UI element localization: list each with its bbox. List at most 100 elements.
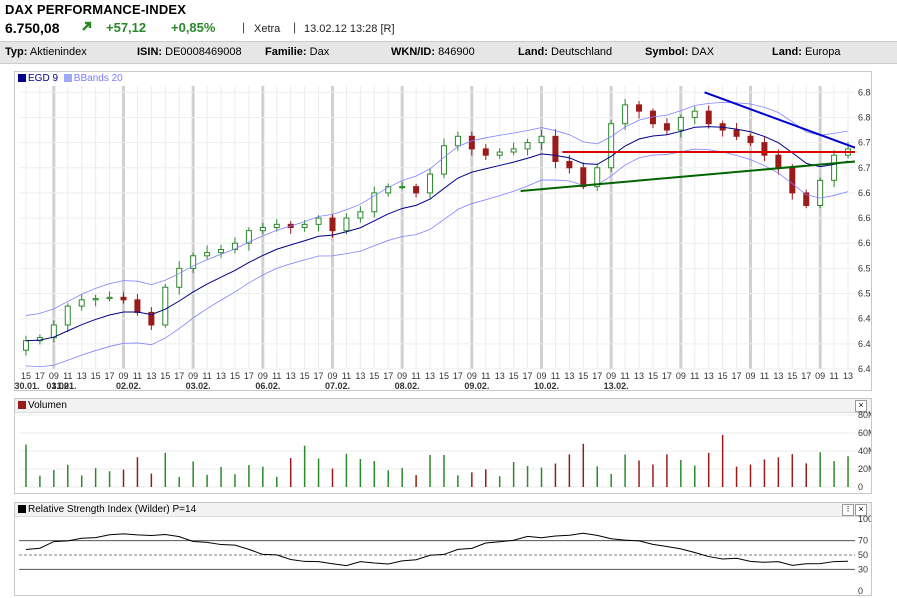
x-tick-label: 15 bbox=[369, 371, 379, 381]
x-tick-label: 13 bbox=[216, 371, 226, 381]
x-tick-label: 09 bbox=[676, 371, 686, 381]
candle-body bbox=[78, 299, 85, 307]
info-wkn: WKN/ID: 846900 bbox=[391, 46, 475, 58]
y-tick-label: 6.480 bbox=[858, 314, 871, 324]
candle-body bbox=[705, 110, 712, 125]
candle-body bbox=[427, 173, 434, 194]
exchange-label: Xetra bbox=[254, 23, 281, 35]
candle-body bbox=[301, 223, 308, 229]
candle-body bbox=[50, 324, 57, 339]
x-tick-label: 15 bbox=[509, 371, 519, 381]
x-tick-label: 13 bbox=[425, 371, 435, 381]
candle-body bbox=[789, 167, 796, 194]
x-tick-label: 15 bbox=[160, 371, 170, 381]
x-tick-label: 17 bbox=[105, 371, 115, 381]
y-tick-label: 6.600 bbox=[858, 238, 871, 248]
candle-body bbox=[566, 160, 573, 169]
volume-panel: Volumen × 80M60M40M20M0 bbox=[14, 398, 872, 494]
x-tick-label: 15 bbox=[439, 371, 449, 381]
separator: | bbox=[242, 20, 246, 34]
x-tick-label: 13 bbox=[564, 371, 574, 381]
x-tick-label: 15 bbox=[787, 371, 797, 381]
y-tick-label: 6.560 bbox=[858, 263, 871, 273]
rsi-line bbox=[25, 532, 849, 567]
x-tick-label: 09 bbox=[745, 371, 755, 381]
x-tick-label: 17 bbox=[35, 371, 45, 381]
x-tick-label: 17 bbox=[453, 371, 463, 381]
candle-body bbox=[775, 154, 782, 169]
x-tick-label: 15 bbox=[21, 371, 31, 381]
x-tick-label: 09 bbox=[815, 371, 825, 381]
candle-body bbox=[259, 227, 266, 232]
x-tick-label: 15 bbox=[91, 371, 101, 381]
candle-body bbox=[580, 167, 587, 188]
x-tick-label: 13 bbox=[495, 371, 505, 381]
candle-body bbox=[538, 135, 545, 144]
candle-body bbox=[636, 104, 643, 112]
bband-upper bbox=[25, 102, 849, 316]
candle-body bbox=[552, 135, 559, 162]
y-tick-label: 100 bbox=[858, 514, 871, 524]
x-tick-label: 13 bbox=[773, 371, 783, 381]
x-tick-label: 09 bbox=[188, 371, 198, 381]
candle-body bbox=[120, 296, 127, 301]
x-tick-label: 17 bbox=[314, 371, 324, 381]
x-tick-label: 11 bbox=[551, 371, 560, 381]
candle-body bbox=[399, 186, 406, 189]
candle-body bbox=[468, 135, 475, 150]
candle-body bbox=[134, 299, 141, 313]
candle-body bbox=[162, 286, 169, 326]
y-tick-label: 40M bbox=[858, 446, 871, 456]
x-tick-label: 11 bbox=[63, 371, 72, 381]
price-chart-panel: EGD 9 BBands 20 6.8406.8006.7606.7206.68… bbox=[14, 71, 872, 391]
y-tick-label: 6.640 bbox=[858, 213, 871, 223]
candle-body bbox=[482, 148, 489, 156]
x-date-label: 08.02. bbox=[395, 381, 420, 390]
y-tick-label: 6.760 bbox=[858, 138, 871, 148]
info-symbol: Symbol: DAX bbox=[645, 46, 715, 58]
candle-body bbox=[733, 129, 740, 137]
x-tick-label: 11 bbox=[272, 371, 281, 381]
x-date-label: 09.02. bbox=[464, 381, 489, 390]
x-tick-label: 17 bbox=[174, 371, 184, 381]
rsi-panel: Relative Strength Index (Wilder) P=14 ⁝ … bbox=[14, 502, 872, 596]
x-tick-label: 11 bbox=[760, 371, 769, 381]
candle-body bbox=[273, 223, 280, 229]
candle-body bbox=[454, 135, 461, 147]
bband-lower bbox=[25, 148, 849, 368]
price-chart[interactable]: 6.840 6.800 6.760 6.720 6.680 6.640 6.600 6.560… bbox=[15, 72, 871, 390]
x-date-label: 13.02. bbox=[604, 381, 629, 390]
info-country: Land: Deutschland bbox=[518, 46, 613, 58]
y-tick-label: 6.720 bbox=[858, 163, 871, 173]
x-tick-label: 17 bbox=[244, 371, 254, 381]
candle-body bbox=[204, 252, 211, 257]
y-tick-label: 6.680 bbox=[858, 188, 871, 198]
x-tick-label: 11 bbox=[202, 371, 211, 381]
x-tick-label: 13 bbox=[704, 371, 714, 381]
x-tick-label: 15 bbox=[230, 371, 240, 381]
x-tick-label: 15 bbox=[300, 371, 310, 381]
instrument-info-bar: Typ: Aktienindex ISIN: DE0008469008 Fami… bbox=[0, 41, 897, 64]
x-tick-label: 09 bbox=[258, 371, 268, 381]
change-percent: +0,85% bbox=[171, 20, 216, 35]
y-tick-label: 6.400 bbox=[858, 364, 871, 374]
y-tick-label: 0 bbox=[858, 586, 863, 595]
candle-body bbox=[315, 217, 322, 225]
y-tick-label: 50 bbox=[858, 550, 868, 560]
x-tick-label: 13 bbox=[146, 371, 156, 381]
y-tick-label: 6.440 bbox=[858, 339, 871, 349]
x-tick-label: 11 bbox=[620, 371, 629, 381]
x-tick-label: 17 bbox=[662, 371, 672, 381]
candle-body bbox=[496, 151, 503, 156]
y-tick-label: 0 bbox=[858, 482, 863, 492]
x-tick-label: 17 bbox=[801, 371, 811, 381]
last-price: 6.750,08 bbox=[5, 20, 60, 36]
y-tick-label: 60M bbox=[858, 428, 871, 438]
candle-body bbox=[608, 123, 615, 169]
x-date-label: 07.02. bbox=[325, 381, 350, 390]
x-tick-label: 13 bbox=[77, 371, 87, 381]
y-tick-label: 6.800 bbox=[858, 112, 871, 122]
x-tick-label: 13 bbox=[286, 371, 296, 381]
candle-body bbox=[761, 142, 768, 156]
candle-body bbox=[329, 217, 336, 232]
